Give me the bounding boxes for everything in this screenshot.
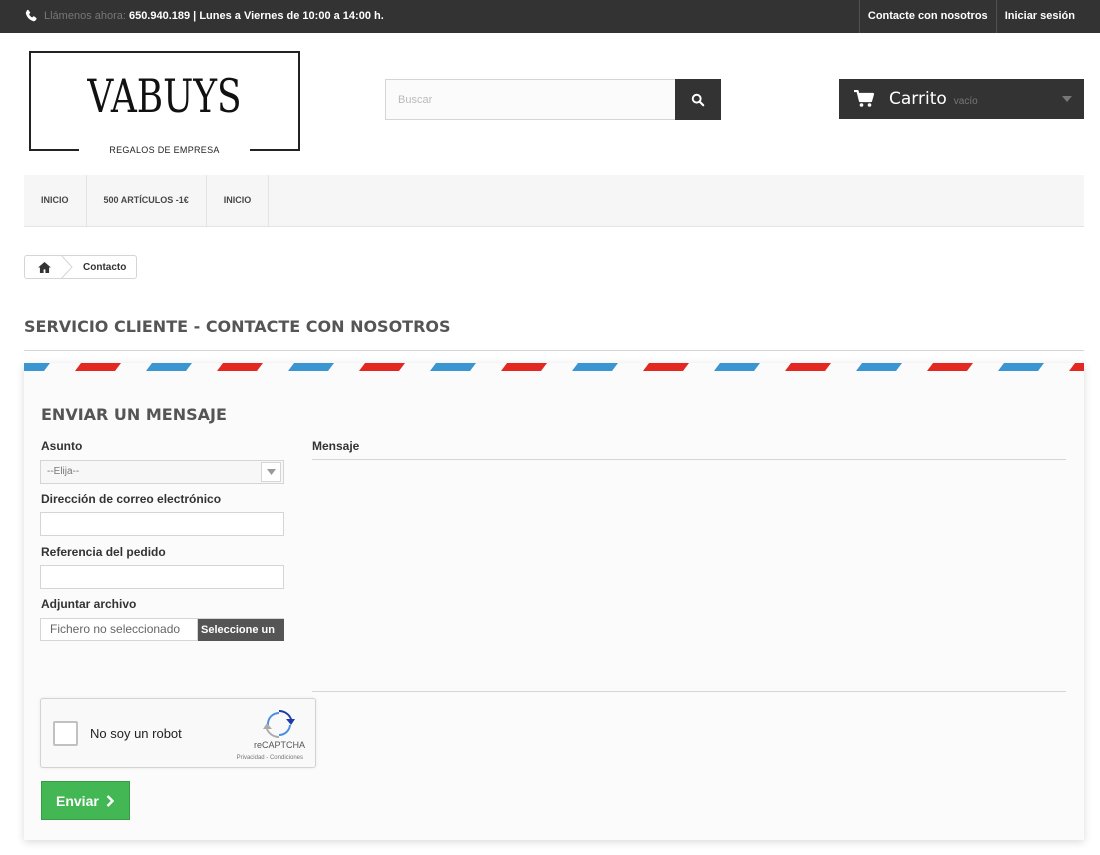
stripe bbox=[643, 363, 689, 371]
stripe bbox=[75, 363, 121, 371]
cart-status: vacío bbox=[953, 95, 978, 107]
send-button[interactable]: Enviar bbox=[41, 781, 130, 820]
cart-title: Carrito bbox=[889, 89, 947, 109]
logo-name: VABUYS bbox=[87, 69, 242, 123]
airmail-stripes bbox=[24, 363, 1084, 371]
stripe bbox=[217, 363, 263, 371]
recaptcha-icon bbox=[263, 710, 295, 738]
stripe bbox=[785, 363, 831, 371]
top-links: Contacte con nosotros Iniciar sesión bbox=[858, 0, 1083, 33]
chevron-down-icon bbox=[1062, 96, 1072, 102]
stripe bbox=[927, 363, 973, 371]
home-icon bbox=[37, 261, 51, 273]
breadcrumb-separator bbox=[61, 255, 73, 279]
top-bar: Llámenos ahora: 650.940.189 | Lunes a Vi… bbox=[0, 0, 1100, 33]
phone-prefix: Llámenos ahora: bbox=[44, 10, 126, 22]
stripe bbox=[430, 363, 476, 371]
message-label: Mensaje bbox=[312, 439, 360, 453]
stripe bbox=[359, 363, 405, 371]
shopping-cart-icon bbox=[854, 90, 875, 107]
message-divider-bottom bbox=[312, 691, 1066, 692]
breadcrumb-home[interactable] bbox=[25, 256, 63, 278]
recaptcha-label: No soy un robot bbox=[90, 726, 182, 741]
order-reference-field[interactable] bbox=[40, 565, 284, 589]
search-button[interactable] bbox=[675, 79, 721, 120]
contact-link[interactable]: Contacte con nosotros bbox=[858, 0, 996, 33]
chevron-right-icon bbox=[106, 794, 114, 807]
email-field[interactable] bbox=[40, 512, 284, 536]
recaptcha-terms[interactable]: Privacidad - Condiciones bbox=[237, 755, 303, 761]
file-select-button[interactable]: Seleccione un bbox=[198, 618, 284, 641]
subject-label: Asunto bbox=[41, 439, 83, 453]
menu-item-inicio-2[interactable]: INICIO bbox=[207, 175, 270, 226]
logo-line-right bbox=[250, 149, 300, 151]
main-menu: INICIO 500 ARTÍCULOS -1€ INICIO bbox=[24, 175, 1084, 227]
menu-item-inicio[interactable]: INICIO bbox=[24, 175, 87, 226]
message-divider-top bbox=[312, 459, 1066, 460]
menu-item-500-articulos[interactable]: 500 ARTÍCULOS -1€ bbox=[87, 175, 207, 226]
search-bar bbox=[385, 79, 721, 120]
recaptcha-checkbox[interactable] bbox=[53, 721, 78, 746]
file-status: Fichero no seleccionado bbox=[40, 618, 198, 641]
order-reference-label: Referencia del pedido bbox=[41, 545, 166, 559]
site-logo[interactable]: VABUYS REGALOS DE EMPRESA bbox=[29, 51, 300, 155]
select-arrow bbox=[261, 462, 281, 482]
recaptcha-brand: reCAPTCHA bbox=[253, 740, 305, 750]
attach-file-label: Adjuntar archivo bbox=[41, 597, 137, 611]
search-icon bbox=[691, 93, 705, 106]
subject-select[interactable]: --Elija-- bbox=[40, 460, 284, 484]
contact-form: ENVIAR UN MENSAJE Asunto --Elija-- Direc… bbox=[24, 363, 1084, 840]
stripe bbox=[856, 363, 902, 371]
chevron-down-icon bbox=[266, 469, 276, 475]
stripe bbox=[501, 363, 547, 371]
stripe bbox=[714, 363, 760, 371]
page-title: SERVICIO CLIENTE - CONTACTE CON NOSOTROS bbox=[24, 317, 1084, 351]
phone-info: Llámenos ahora: 650.940.189 | Lunes a Vi… bbox=[24, 9, 384, 23]
subject-value: --Elija-- bbox=[47, 466, 80, 477]
login-link[interactable]: Iniciar sesión bbox=[995, 0, 1083, 33]
email-label: Dirección de correo electrónico bbox=[41, 492, 222, 506]
phone-icon bbox=[25, 9, 37, 22]
stripe bbox=[24, 363, 50, 371]
phone-hours: 650.940.189 | Lunes a Viernes de 10:00 a… bbox=[128, 10, 384, 22]
form-title: ENVIAR UN MENSAJE bbox=[41, 405, 227, 424]
recaptcha-widget: No soy un robot reCAPTCHA Privacidad - C… bbox=[40, 698, 316, 768]
stripe bbox=[572, 363, 618, 371]
breadcrumb: Contacto bbox=[24, 255, 138, 279]
stripe bbox=[998, 363, 1044, 371]
cart-button[interactable]: Carrito vacío bbox=[839, 79, 1084, 119]
breadcrumb-current: Contacto bbox=[83, 261, 127, 273]
stripe bbox=[1069, 363, 1084, 371]
search-input[interactable] bbox=[385, 79, 675, 120]
stripe bbox=[146, 363, 192, 371]
stripe bbox=[288, 363, 334, 371]
send-button-label: Enviar bbox=[56, 792, 99, 809]
